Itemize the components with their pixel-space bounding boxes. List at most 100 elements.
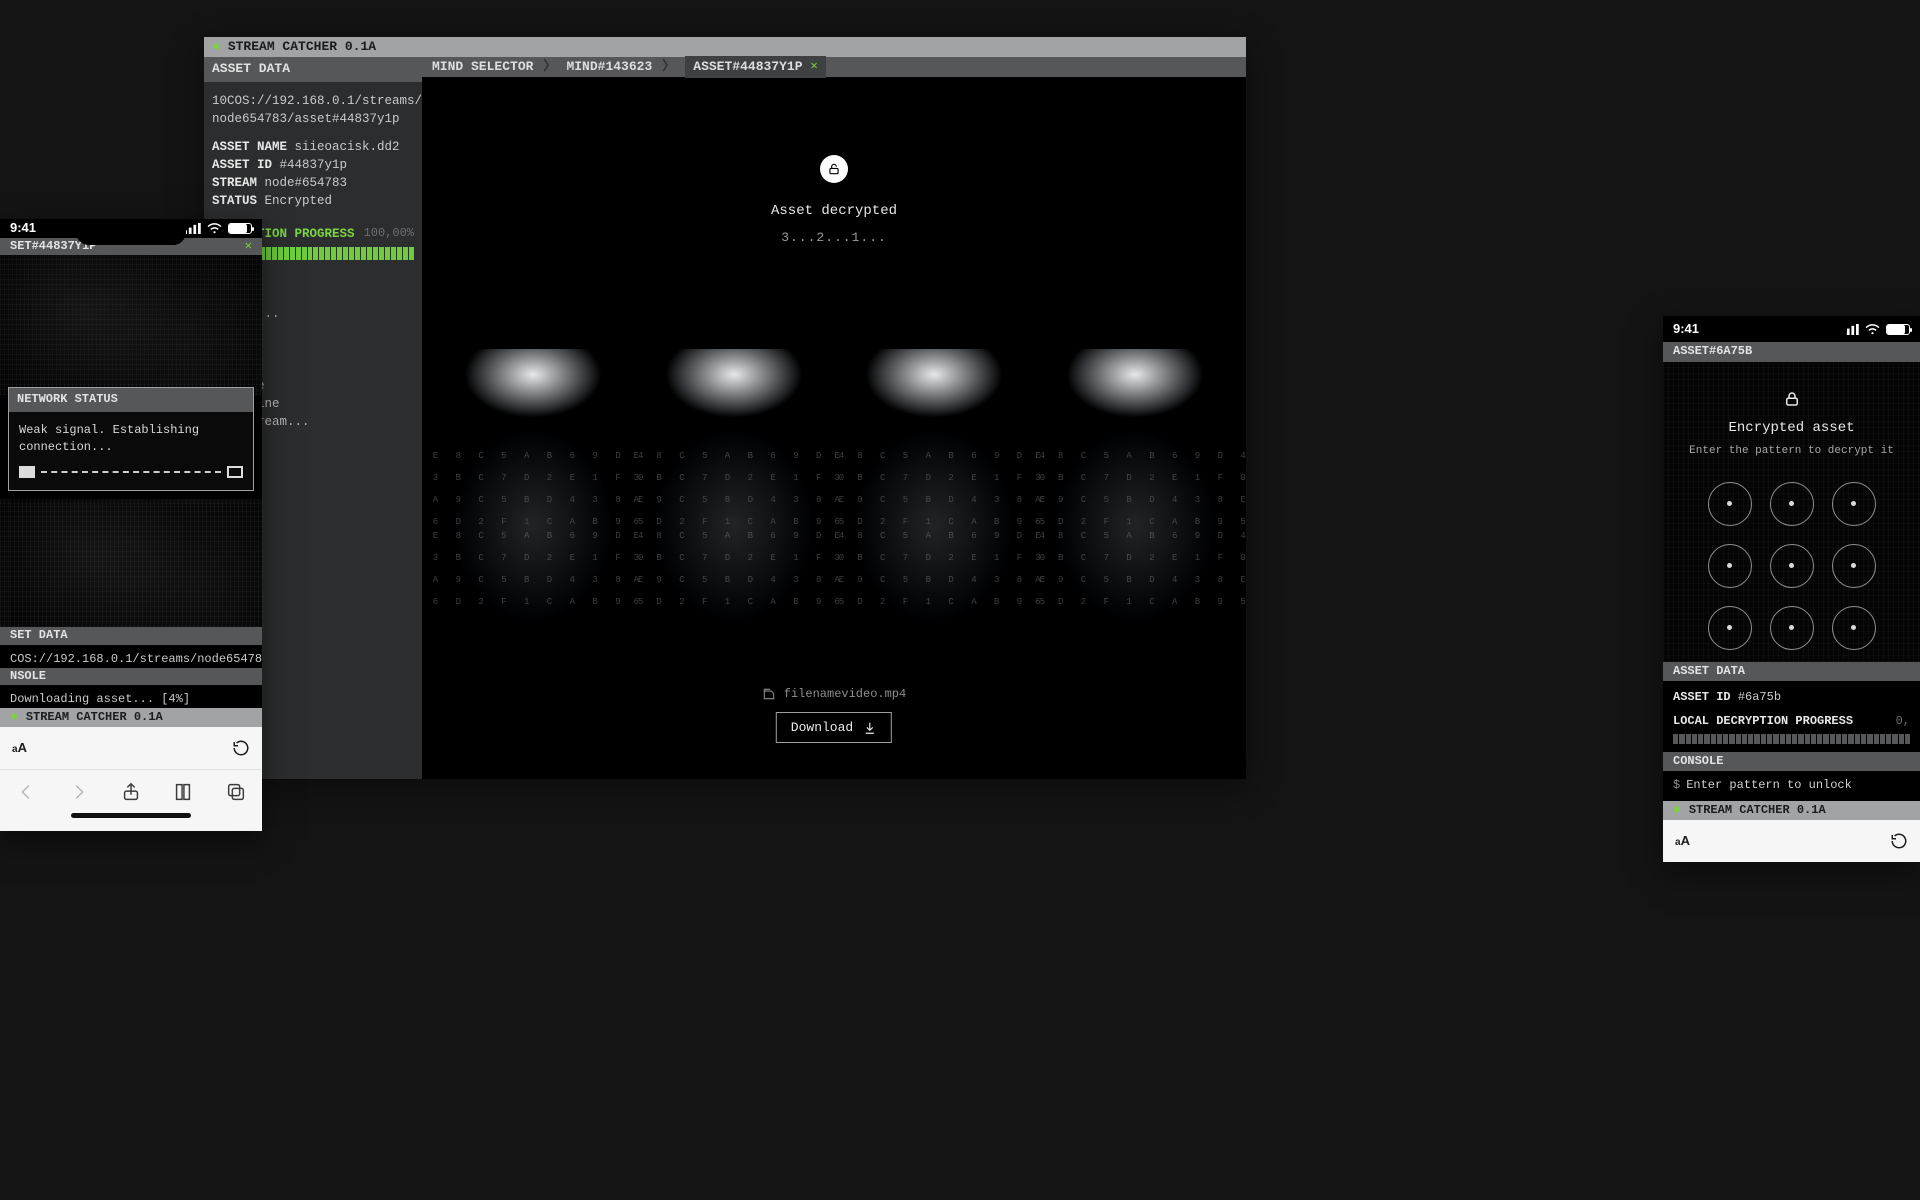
status-icons [184, 223, 252, 234]
gear-icon: ✱ [1673, 801, 1681, 820]
reload-button[interactable] [1890, 832, 1908, 850]
download-button[interactable]: Download [776, 712, 892, 743]
asset-data-header-mobile: ASSET DATA [1663, 662, 1920, 681]
download-label: Download [791, 720, 853, 735]
mobile-left: 9:41 SET#44837Y1P ✕ NETWORK STATUS Weak … [0, 219, 262, 831]
asset-name-label: ASSET NAME [212, 140, 287, 154]
file-icon [762, 687, 776, 701]
prompt-symbol: $ [1673, 778, 1680, 792]
pattern-dot[interactable] [1708, 544, 1752, 588]
lock-icon [1783, 390, 1801, 408]
wifi-icon [1865, 324, 1880, 335]
console-header-mobile: NSOLE [0, 668, 262, 685]
status-time: 9:41 [1673, 320, 1699, 339]
asset-data-block-mobile: ASSET ID #6a75b LOCAL DECRYPTION PROGRES… [1663, 681, 1920, 752]
pattern-dot[interactable] [1770, 482, 1814, 526]
console-line-mobile: $ Enter pattern to unlock [1663, 771, 1920, 800]
app-title: STREAM CATCHER 0.1A [228, 38, 376, 57]
mobile-statusbar: 9:41 [0, 219, 262, 238]
asset-path: 10COS://192.168.0.1/streams/ node654783/… [212, 92, 414, 128]
asset-viewer: Asset decrypted 3...2...1... filenamevid… [422, 77, 1246, 779]
decryption-pct: 100,00% [364, 225, 414, 242]
console-line-mobile: Downloading asset... [4%] [0, 685, 262, 708]
close-tab-icon[interactable]: ✕ [245, 238, 252, 255]
status-time: 9:41 [10, 219, 36, 238]
main-panel: MIND SELECTOR 〉 MIND#143623 〉 ASSET#4483… [422, 57, 1246, 779]
desktop-body: ASSET DATA 10COS://192.168.0.1/streams/ … [204, 57, 1246, 779]
node-icon [227, 466, 243, 478]
share-button[interactable] [120, 781, 142, 803]
console-header-mobile: CONSOLE [1663, 752, 1920, 771]
pattern-dot[interactable] [1832, 482, 1876, 526]
desktop-window: ✱ STREAM CATCHER 0.1A ASSET DATA 10COS:/… [204, 37, 1246, 779]
breadcrumb-asset-label: ASSET#44837Y1P [693, 58, 802, 77]
reload-button[interactable] [232, 739, 250, 757]
notch [76, 219, 186, 245]
back-button[interactable] [15, 781, 37, 803]
asset-data-header: ASSET DATA [204, 57, 422, 82]
bookmarks-button[interactable] [172, 781, 194, 803]
breadcrumb: MIND SELECTOR 〉 MIND#143623 〉 ASSET#4483… [422, 57, 1246, 77]
pattern-dot[interactable] [1832, 544, 1876, 588]
pattern-dot[interactable] [1770, 544, 1814, 588]
text-size-button[interactable]: aA [1675, 832, 1690, 851]
asset-path-mobile: COS://192.168.0.1/streams/node654783/ass… [0, 645, 262, 668]
asset-id-label: ASSET ID [212, 158, 272, 172]
countdown-text: 3...2...1... [781, 229, 887, 248]
mobile-tab-title: ASSET#6A75B [1673, 343, 1752, 360]
asset-preview-image [422, 329, 1246, 669]
text-size-button[interactable]: aA [12, 739, 27, 758]
console-text: Enter pattern to unlock [1686, 778, 1852, 792]
file-row: filenamevideo.mp4 [422, 686, 1246, 703]
file-name: filenamevideo.mp4 [784, 686, 906, 703]
status-icons [1842, 324, 1910, 335]
gear-icon: ✱ [212, 38, 220, 57]
signal-noise-area [0, 255, 262, 395]
pattern-grid[interactable] [1708, 482, 1876, 650]
decryption-label: LOCAL DECRYPTION PROGRESS [1673, 713, 1853, 730]
cell-signal-icon [184, 223, 201, 234]
chevron-right-icon: 〉 [543, 58, 556, 77]
connection-graphic [19, 466, 243, 478]
signal-noise-area [0, 499, 262, 627]
pattern-dot[interactable] [1832, 606, 1876, 650]
pattern-dot[interactable] [1708, 606, 1752, 650]
asset-stream-label: STREAM [212, 176, 257, 190]
mobile-right: 9:41 ASSET#6A75B Encrypted asset Enter t… [1663, 316, 1920, 862]
asset-status-label: STATUS [212, 194, 257, 208]
network-status-card: NETWORK STATUS Weak signal. Establishing… [8, 387, 254, 491]
decryption-progressbar [1673, 734, 1910, 744]
mobile-app-titlebar: ✱ STREAM CATCHER 0.1A [0, 708, 262, 727]
pattern-dot[interactable] [1708, 482, 1752, 526]
network-status-msg: Weak signal. Establishing connection... [19, 422, 243, 457]
asset-id-value: #44837y1p [280, 158, 348, 172]
lock-subtitle: Enter the pattern to decrypt it [1689, 444, 1894, 460]
titlebar: ✱ STREAM CATCHER 0.1A [204, 37, 1246, 57]
pattern-dot[interactable] [1770, 606, 1814, 650]
forward-button[interactable] [68, 781, 90, 803]
asset-status-value: Encrypted [265, 194, 333, 208]
mobile-url-bar: aA [0, 727, 262, 769]
breadcrumb-asset-active: ASSET#44837Y1P ✕ [685, 56, 825, 79]
unlock-icon [820, 155, 848, 183]
breadcrumb-mind[interactable]: MIND#143623 [566, 58, 652, 77]
mobile-browser-chrome: aA [0, 727, 262, 831]
asset-data-header-mobile: SET DATA [0, 627, 262, 644]
mobile-app-titlebar: ✱ STREAM CATCHER 0.1A [1663, 801, 1920, 820]
node-icon [19, 466, 35, 478]
battery-icon [228, 223, 252, 234]
chevron-right-icon: 〉 [662, 58, 675, 77]
close-tab-icon[interactable]: ✕ [811, 58, 818, 75]
decrypted-title: Asset decrypted [771, 201, 897, 221]
battery-icon [1886, 324, 1910, 335]
network-status-header: NETWORK STATUS [9, 388, 253, 411]
breadcrumb-root[interactable]: MIND SELECTOR [432, 58, 533, 77]
asset-name-value: siieoacisk.dd2 [295, 140, 400, 154]
tabs-button[interactable] [225, 781, 247, 803]
lock-title: Encrypted asset [1728, 418, 1854, 438]
home-indicator [0, 813, 262, 831]
mobile-app-title: STREAM CATCHER 0.1A [26, 709, 163, 726]
gear-icon: ✱ [10, 708, 18, 727]
mobile-app-title: STREAM CATCHER 0.1A [1689, 802, 1826, 819]
mobile-statusbar: 9:41 [1663, 316, 1920, 342]
